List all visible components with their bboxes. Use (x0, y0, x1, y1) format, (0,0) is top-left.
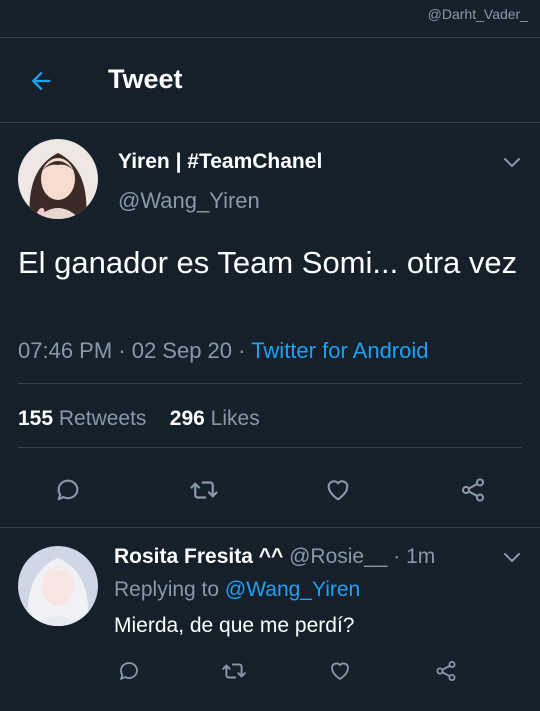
divider (18, 447, 522, 448)
divider (18, 383, 522, 384)
heart-icon (327, 480, 349, 501)
replying-to: Replying to @Wang_Yiren (114, 578, 360, 602)
header-bar: Tweet (0, 38, 540, 122)
share-button[interactable] (457, 474, 489, 506)
reply-text: Mierda, de que me perdí? (114, 614, 355, 637)
replying-to-mention[interactable]: @Wang_Yiren (225, 578, 360, 601)
author-name[interactable]: Yiren | #TeamChanel (118, 150, 322, 174)
reply-avatar[interactable] (18, 546, 98, 626)
reply-header: Rosita Fresita ^^ @Rosie__ · 1m (114, 545, 435, 569)
reply-button[interactable] (52, 474, 84, 506)
like-button[interactable] (322, 474, 354, 506)
reply-options-button[interactable] (500, 545, 524, 569)
share-icon (461, 478, 485, 502)
replying-prefix: Replying to (114, 578, 225, 601)
reply-author-name[interactable]: Rosita Fresita ^^ (114, 545, 283, 568)
header-divider (0, 122, 540, 123)
back-arrow-icon (31, 71, 51, 91)
chevron-down-icon (504, 158, 520, 167)
tweet-source-link[interactable]: Twitter for Android (251, 338, 428, 363)
avatar-image (18, 139, 98, 219)
tweet-timestamp: 07:46 PM · 02 Sep 20 · (18, 338, 252, 363)
retweets-stat[interactable]: 155 Retweets (18, 407, 146, 430)
reply-icon (120, 662, 138, 680)
reply-icon (57, 479, 79, 501)
tweet-options-button[interactable] (500, 150, 524, 174)
reply-like-button[interactable] (326, 657, 354, 685)
retweet-icon (222, 663, 246, 679)
reply-handle-time[interactable]: @Rosie__ · 1m (289, 545, 435, 568)
watermark: @Darht_Vader_ (427, 6, 528, 22)
retweet-label: Retweets (58, 407, 147, 430)
back-button[interactable] (24, 64, 58, 98)
reply-reply-button[interactable] (115, 657, 143, 685)
reply-share-button[interactable] (432, 657, 460, 685)
share-icon (436, 661, 456, 681)
retweet-icon (190, 481, 218, 499)
tweet-meta: 07:46 PM · 02 Sep 20 · Twitter for Andro… (18, 338, 429, 364)
divider (0, 527, 540, 528)
avatar[interactable] (18, 139, 98, 219)
like-label: Likes (210, 407, 260, 430)
page-title: Tweet (108, 64, 183, 94)
retweet-button[interactable] (188, 474, 220, 506)
likes-stat[interactable]: 296 Likes (170, 407, 260, 430)
author-handle[interactable]: @Wang_Yiren (118, 188, 260, 214)
tweet-stats: 155 Retweets 296 Likes (18, 407, 260, 431)
reply-retweet-button[interactable] (220, 657, 248, 685)
heart-icon (331, 662, 349, 680)
retweet-count: 155 (18, 407, 54, 430)
chevron-down-icon (504, 553, 520, 562)
avatar-image (18, 546, 98, 626)
tweet-text: El ganador es Team Somi... otra vez (18, 245, 518, 280)
like-count: 296 (169, 407, 205, 430)
